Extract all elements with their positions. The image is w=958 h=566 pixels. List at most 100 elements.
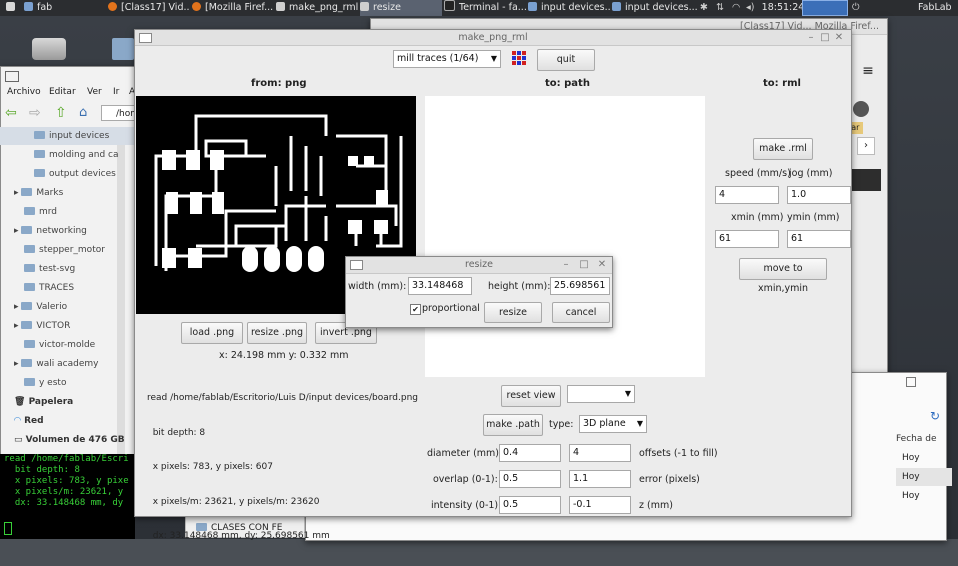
chevron-right-icon[interactable]: ›: [857, 137, 875, 155]
table-row[interactable]: Hoy: [896, 487, 952, 505]
reset-view-button[interactable]: reset view: [501, 385, 561, 407]
resize-button[interactable]: resize: [484, 302, 542, 323]
taskbar-item-terminal[interactable]: Terminal - fa...: [444, 0, 526, 16]
intensity-input[interactable]: 0.5: [499, 496, 561, 514]
maximize-button[interactable]: □: [819, 30, 831, 45]
list-item[interactable]: ▸ wali academy: [0, 355, 140, 373]
path-canvas[interactable]: [425, 96, 705, 377]
expander-icon[interactable]: ▸: [14, 359, 21, 369]
make-path-button[interactable]: make .path: [483, 414, 543, 436]
folder-icon: [24, 264, 35, 272]
folder-icon: [34, 169, 45, 177]
network-icon[interactable]: ⇅: [716, 0, 728, 16]
menu-ir[interactable]: Ir: [113, 87, 119, 97]
folder-icon[interactable]: [112, 38, 134, 60]
quit-button[interactable]: quit: [537, 49, 595, 71]
type-select[interactable]: 3D plane ▼: [579, 415, 647, 433]
expander-icon[interactable]: ▸: [14, 302, 21, 312]
list-item[interactable]: victor-molde: [0, 336, 150, 354]
move-to-xmin-ymin-button[interactable]: move to xmin,ymin: [739, 258, 827, 294]
dark-tab: [851, 169, 881, 191]
list-item[interactable]: TRACES: [0, 279, 150, 297]
place-volume[interactable]: ▭ Volumen de 476 GB: [0, 431, 140, 449]
list-item[interactable]: ▸ Valerio: [0, 298, 140, 316]
wifi-icon[interactable]: ◠: [732, 0, 744, 16]
dropdown-arrow-icon: ▼: [636, 419, 643, 428]
width-label: width (mm):: [348, 281, 407, 292]
home-icon[interactable]: ⌂: [79, 105, 95, 121]
column-header-date[interactable]: Fecha de: [896, 431, 946, 447]
hamburger-menu-icon[interactable]: ≡: [851, 63, 885, 81]
maximize-icon[interactable]: [906, 377, 916, 387]
load-png-button[interactable]: load .png: [181, 322, 243, 344]
list-item[interactable]: ▸ networking: [0, 222, 140, 240]
expander-icon[interactable]: ▸: [14, 321, 21, 331]
taskbar-item-fab[interactable]: fab: [24, 0, 104, 16]
xmin-input[interactable]: 61: [715, 230, 779, 248]
minimize-button[interactable]: –: [805, 30, 817, 45]
proportional-checkbox[interactable]: ✔: [410, 304, 421, 315]
width-input[interactable]: 33.148468: [408, 277, 472, 295]
drive-icon[interactable]: [32, 38, 66, 60]
folder-icon: [24, 207, 35, 215]
taskbar-item-class17[interactable]: [Class17] Vid...: [108, 0, 190, 16]
z-label: z (mm): [639, 500, 673, 511]
folder-icon: [24, 283, 35, 291]
window-icon: [276, 2, 285, 11]
list-item[interactable]: y esto: [0, 374, 150, 392]
volume-icon[interactable]: ◂): [746, 0, 758, 16]
window-icon: [360, 2, 369, 11]
view-select[interactable]: ▼: [567, 385, 635, 403]
mode-select[interactable]: mill traces (1/64) ▼: [393, 50, 501, 68]
expander-icon[interactable]: ▸: [14, 226, 21, 236]
maximize-button[interactable]: □: [578, 257, 590, 273]
taskbar-item-mozilla[interactable]: [Mozilla Firef...: [192, 0, 274, 16]
menu-editar[interactable]: Editar: [49, 87, 76, 97]
palette-icon[interactable]: [511, 50, 527, 66]
clock[interactable]: 18:51:24: [758, 0, 808, 16]
list-item[interactable]: mrd: [0, 203, 150, 221]
forward-arrow-icon[interactable]: ⇨: [29, 105, 45, 121]
up-arrow-icon[interactable]: ⇧: [55, 105, 71, 121]
table-row[interactable]: Hoy: [896, 468, 952, 486]
list-item[interactable]: ▸ VICTOR: [0, 317, 140, 335]
jog-label: jog (mm): [789, 168, 833, 179]
height-input[interactable]: 25.698561: [550, 277, 610, 295]
error-input[interactable]: 1.1: [569, 470, 631, 488]
speed-input[interactable]: 4: [715, 186, 779, 204]
close-button[interactable]: ✕: [833, 30, 845, 45]
offsets-input[interactable]: 4: [569, 444, 631, 462]
close-button[interactable]: ✕: [596, 257, 608, 273]
list-item[interactable]: ▸ Marks: [0, 184, 140, 202]
place-network[interactable]: ◠ Red: [0, 412, 140, 430]
cancel-button[interactable]: cancel: [552, 302, 610, 323]
taskbar-item-input-devices-2[interactable]: input devices...: [612, 0, 698, 16]
diameter-input[interactable]: 0.4: [499, 444, 561, 462]
ymin-input[interactable]: 61: [787, 230, 851, 248]
taskbar-item-input-devices-1[interactable]: input devices...: [528, 0, 610, 16]
resize-png-button[interactable]: resize .png: [247, 322, 307, 344]
jog-input[interactable]: 1.0: [787, 186, 851, 204]
power-icon[interactable]: ⏻: [852, 0, 864, 16]
list-item[interactable]: stepper_motor: [0, 241, 150, 259]
taskbar-item-resize[interactable]: resize: [360, 0, 442, 16]
overlap-input[interactable]: 0.5: [499, 470, 561, 488]
path-bar[interactable]: /hom: [101, 105, 139, 121]
taskbar-item-make-png-rml[interactable]: make_png_rml: [276, 0, 360, 16]
expander-icon[interactable]: ▸: [14, 188, 21, 198]
minimize-button[interactable]: –: [560, 257, 572, 273]
make-rml-button[interactable]: make .rml: [753, 138, 813, 160]
profile-icon[interactable]: [853, 101, 869, 117]
terminal-window[interactable]: read /home/fablab/Escri bit depth: 8 x p…: [0, 454, 135, 539]
menu-archivo[interactable]: Archivo: [7, 87, 41, 97]
workspace-switcher[interactable]: [802, 0, 848, 16]
menu-icon[interactable]: [6, 0, 24, 16]
place-trash[interactable]: 🗑 Papelera: [0, 393, 140, 411]
z-input[interactable]: -0.1: [569, 496, 631, 514]
menu-ver[interactable]: Ver: [87, 87, 102, 97]
back-arrow-icon[interactable]: ⇦: [5, 105, 21, 121]
bluetooth-icon[interactable]: ✱: [700, 0, 710, 16]
list-item[interactable]: test-svg: [0, 260, 150, 278]
refresh-icon[interactable]: ↻: [930, 409, 944, 423]
table-row[interactable]: Hoy: [896, 449, 952, 467]
